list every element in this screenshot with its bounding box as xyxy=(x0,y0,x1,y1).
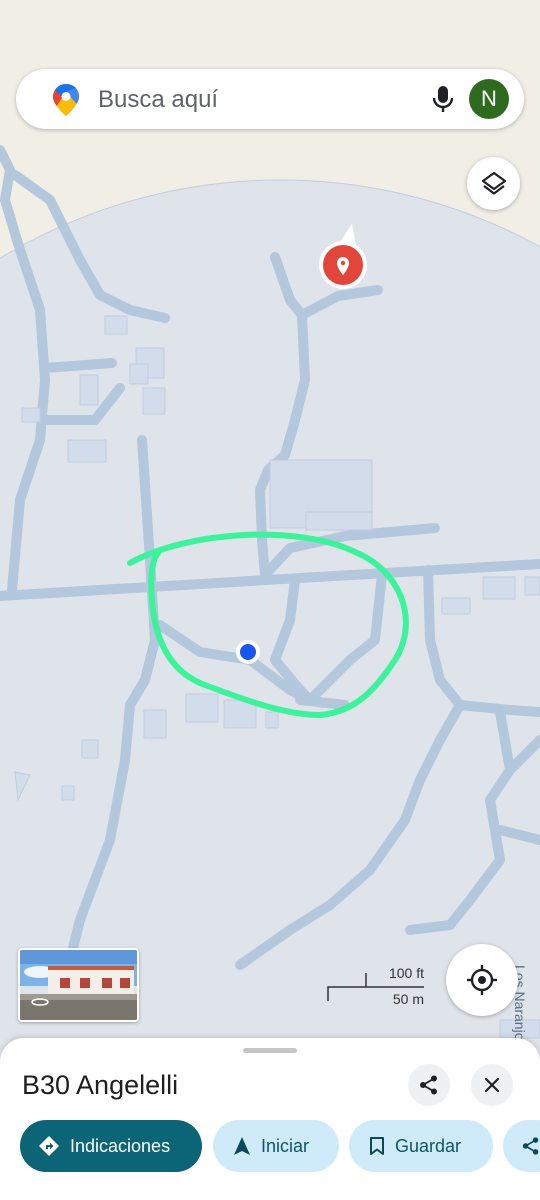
share-icon xyxy=(420,1075,437,1095)
directions-button[interactable]: Indicaciones xyxy=(20,1120,202,1172)
layers-icon xyxy=(481,171,506,195)
mic-icon[interactable] xyxy=(428,83,458,115)
map-scale: 100 ft 50 m xyxy=(326,965,426,1007)
close-icon xyxy=(484,1077,500,1093)
sheet-drag-handle[interactable] xyxy=(243,1048,297,1053)
share-button[interactable] xyxy=(408,1064,450,1106)
navigation-arrow-icon xyxy=(234,1137,250,1155)
street-view-thumbnail[interactable] xyxy=(18,948,139,1022)
my-location-button[interactable] xyxy=(446,944,518,1016)
save-button[interactable]: Guardar xyxy=(349,1120,493,1172)
avatar[interactable]: N xyxy=(469,79,509,119)
bookmark-icon xyxy=(370,1137,384,1155)
my-location-icon xyxy=(467,965,497,995)
directions-icon xyxy=(39,1136,59,1156)
start-button[interactable]: Iniciar xyxy=(213,1120,339,1172)
share-chip[interactable] xyxy=(503,1120,540,1172)
search-bar[interactable]: Busca aquí N xyxy=(16,69,524,129)
place-bottom-sheet[interactable]: B30 Angelelli Indicaciones Iniciar Guard… xyxy=(0,1038,540,1200)
scale-feet-label: 100 ft xyxy=(388,965,424,981)
save-label: Guardar xyxy=(395,1135,462,1156)
share-icon xyxy=(522,1137,539,1155)
close-button[interactable] xyxy=(471,1064,513,1106)
maps-logo-icon xyxy=(53,84,79,116)
scale-meter-label: 50 m xyxy=(392,991,424,1007)
search-input[interactable]: Busca aquí xyxy=(98,86,218,114)
action-chips: Indicaciones Iniciar Guardar xyxy=(20,1120,540,1172)
layers-button[interactable] xyxy=(467,157,520,210)
directions-label: Indicaciones xyxy=(70,1135,171,1156)
start-label: Iniciar xyxy=(261,1135,310,1156)
place-title: B30 Angelelli xyxy=(22,1070,179,1100)
